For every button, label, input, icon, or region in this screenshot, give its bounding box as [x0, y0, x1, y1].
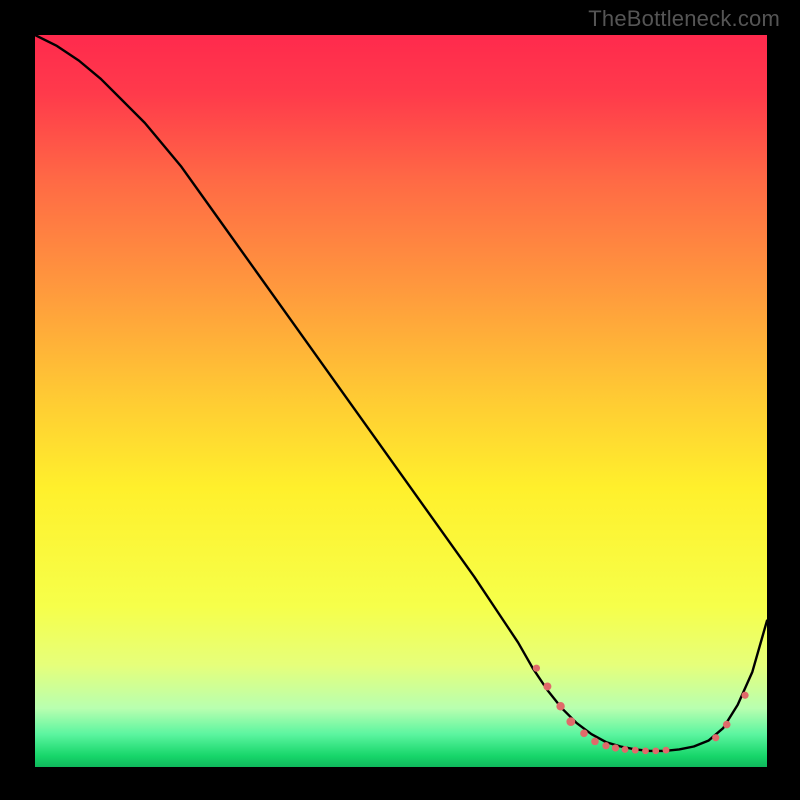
chart-frame: TheBottleneck.com	[0, 0, 800, 800]
data-marker	[580, 730, 588, 738]
data-marker	[632, 747, 639, 754]
data-marker	[591, 738, 599, 746]
data-marker	[612, 744, 619, 751]
data-marker	[642, 748, 649, 755]
data-marker	[652, 748, 659, 755]
plot-area	[35, 35, 767, 767]
watermark-text: TheBottleneck.com	[588, 6, 780, 32]
data-marker	[533, 665, 540, 672]
data-marker	[556, 702, 564, 710]
data-marker	[602, 742, 609, 749]
gradient-background	[35, 35, 767, 767]
data-marker	[663, 747, 670, 754]
data-marker	[741, 692, 748, 699]
chart-svg	[35, 35, 767, 767]
data-marker	[543, 682, 551, 690]
data-marker	[723, 721, 731, 729]
data-marker	[712, 734, 719, 741]
data-marker	[566, 717, 575, 726]
data-marker	[622, 746, 629, 753]
